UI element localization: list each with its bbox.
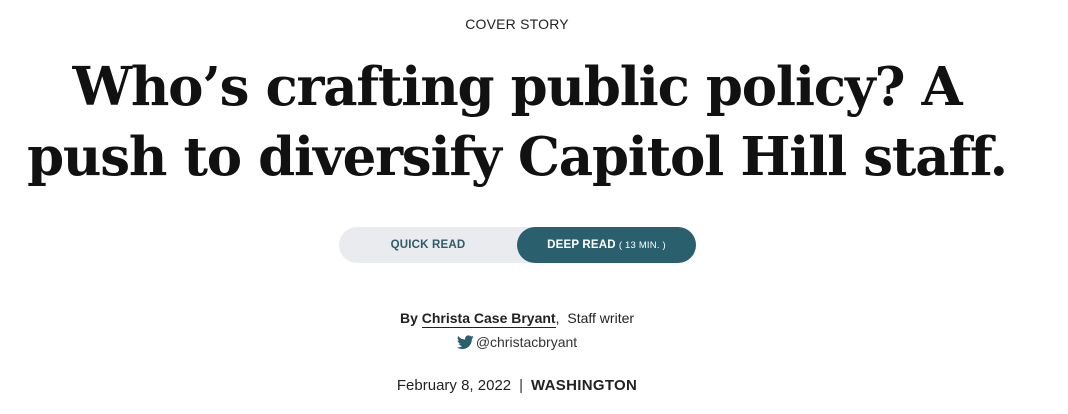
quick-read-button[interactable]: QUICK READ [339,227,517,263]
author-link[interactable]: Christa Case Bryant [421,310,556,328]
deep-read-minutes: ( 13 MIN. ) [618,240,666,251]
twitter-bird-icon [456,334,474,349]
author-twitter: @christacbryant [0,334,1034,353]
read-length-toggle: QUICK READ DEEP READ( 13 MIN. ) [339,227,696,263]
dateline-location: WASHINGTON [531,377,638,394]
deep-read-label: DEEP READ [547,239,616,251]
section-kicker[interactable]: COVER STORY [0,16,1034,32]
byline: By Christa Case Bryant, Staff writer [399,310,635,328]
dateline-separator: | [519,377,524,394]
article-headline: Who’s crafting public policy? A push to … [27,56,1008,188]
quick-read-label: QUICK READ [390,239,466,251]
twitter-handle: @christacbryant [475,334,578,350]
twitter-link[interactable]: @christacbryant [456,334,578,350]
publish-date: February 8, 2022 [396,377,512,394]
dateline: February 8, 2022 | WASHINGTON [0,377,1034,394]
byline-prefix: By [399,310,418,326]
author-role: Staff writer [567,310,635,326]
deep-read-button[interactable]: DEEP READ( 13 MIN. ) [517,227,696,263]
